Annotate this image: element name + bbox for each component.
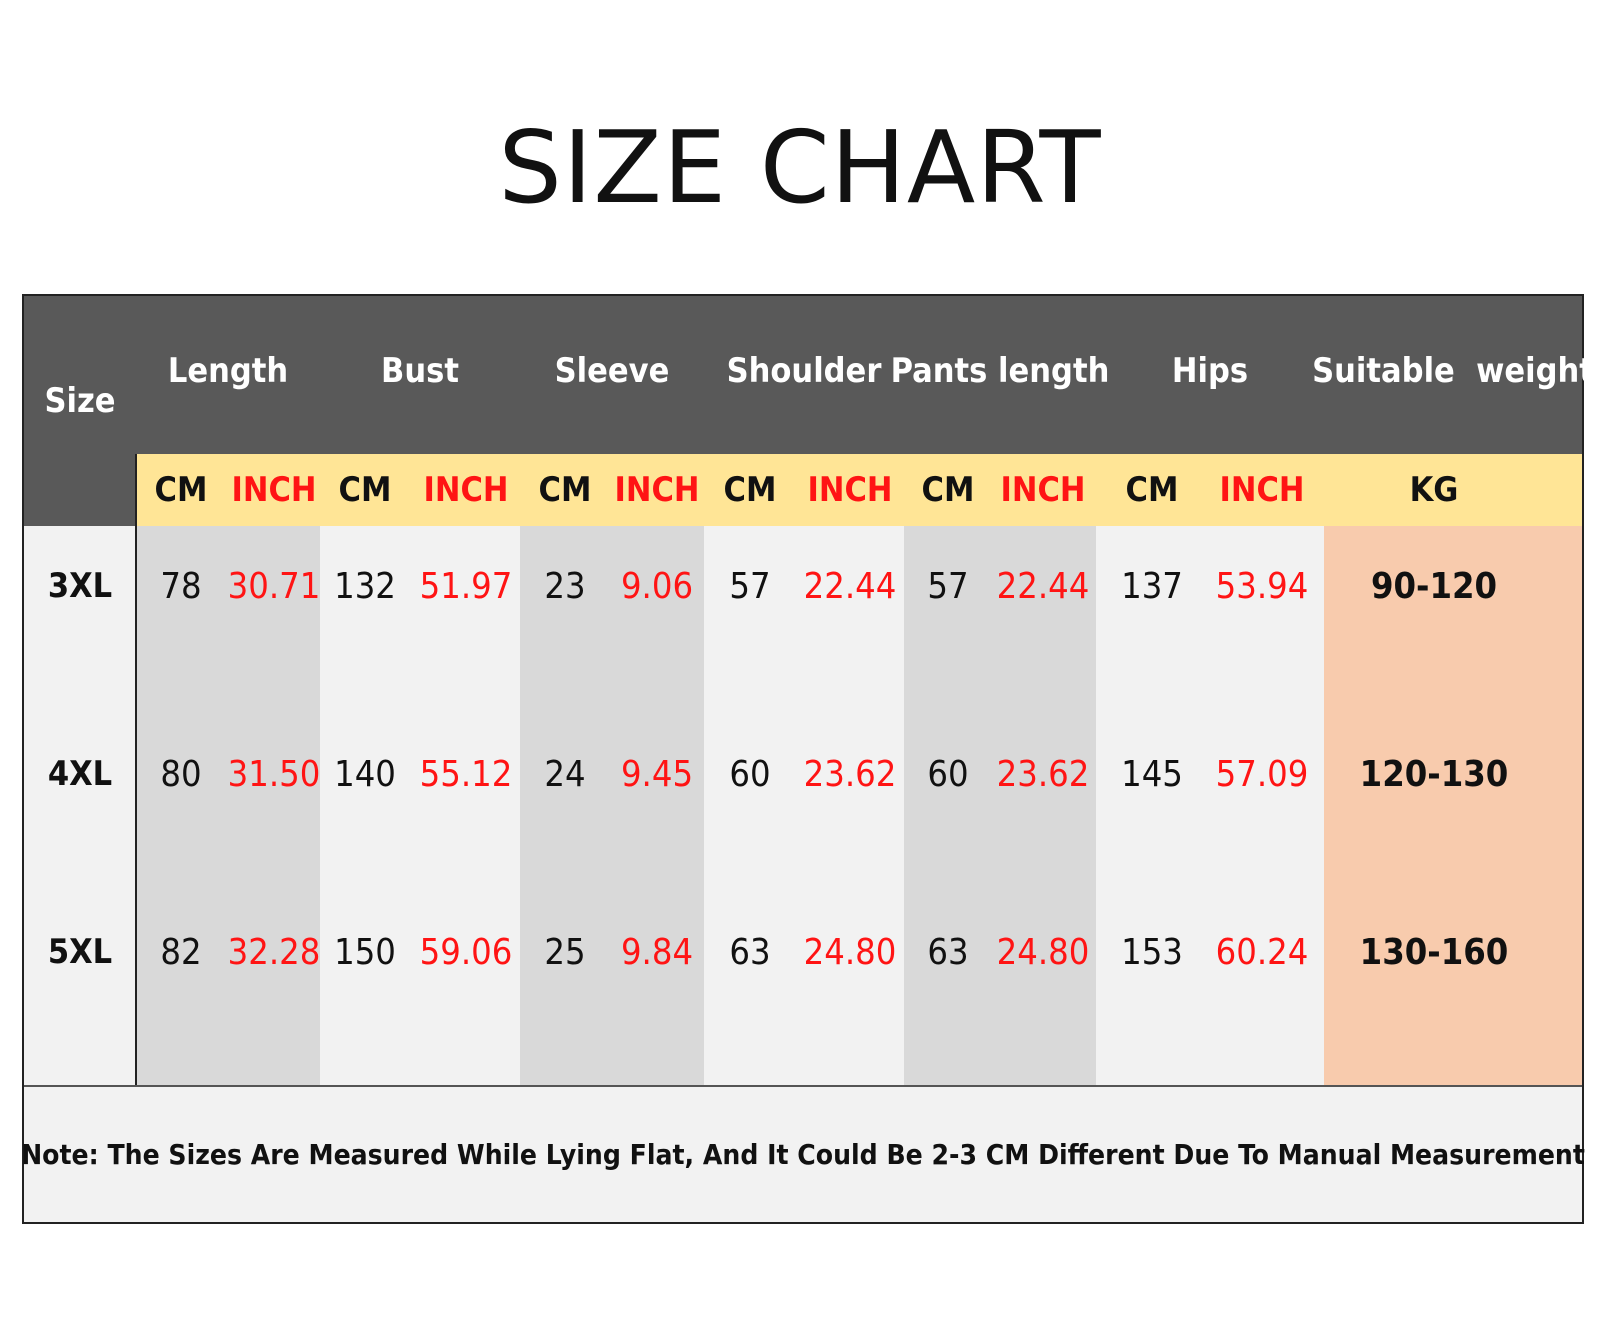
cm-value-cell: 63 <box>729 931 771 973</box>
group-header-suitable-weight: Suitable weight <box>1312 351 1594 391</box>
unit-header-cm: CM <box>1125 470 1179 510</box>
note-area: Note: The Sizes Are Measured While Lying… <box>21 1087 1585 1222</box>
cm-value-cell: 150 <box>334 931 396 973</box>
group-header-pants-length: Pants length <box>890 351 1110 391</box>
row-size-label: 5XL <box>47 932 113 972</box>
group-header-sleeve: Sleeve <box>554 351 670 391</box>
unit-header-cm: CM <box>154 470 208 510</box>
inch-value-cell: 53.94 <box>1215 565 1309 607</box>
size-header-label: Size <box>44 381 116 421</box>
unit-header-inch: INCH <box>807 470 893 510</box>
weight-range-cell: 90-120 <box>1370 565 1498 607</box>
inch-value-cell: 57.09 <box>1215 753 1309 795</box>
inch-value-cell: 22.44 <box>996 565 1090 607</box>
group-header-shoulder: Shoulder <box>726 351 882 391</box>
inch-value-cell: 60.24 <box>1215 931 1309 973</box>
unit-header-cm: CM <box>338 470 392 510</box>
cm-value-cell: 137 <box>1121 565 1183 607</box>
group-header-hips: Hips <box>1171 351 1249 391</box>
cm-value-cell: 145 <box>1121 753 1183 795</box>
unit-header-inch: INCH <box>1000 470 1086 510</box>
unit-header-kg: KG <box>1409 470 1459 510</box>
row-size-label: 4XL <box>47 754 113 794</box>
unit-header-inch: INCH <box>423 470 509 510</box>
cm-value-cell: 60 <box>729 753 771 795</box>
weight-range-cell: 120-130 <box>1359 753 1509 795</box>
cm-value-cell: 140 <box>334 753 396 795</box>
unit-header-cm: CM <box>538 470 592 510</box>
size-chart-table: Note: The Sizes Are Measured While Lying… <box>21 294 1594 1224</box>
group-header-bust: Bust <box>381 351 459 391</box>
cm-value-cell: 57 <box>729 565 771 607</box>
unit-header-inch: INCH <box>231 470 317 510</box>
row-size-label: 3XL <box>47 566 113 606</box>
page-title: SIZE CHART <box>498 109 1102 226</box>
unit-header-cm: CM <box>723 470 777 510</box>
note-text: Note: The Sizes Are Measured While Lying… <box>21 1138 1585 1171</box>
unit-header-inch: INCH <box>1219 470 1305 510</box>
group-header-length: Length <box>167 351 289 391</box>
inch-value-cell: 24.80 <box>996 931 1090 973</box>
weight-range-cell: 130-160 <box>1359 931 1509 973</box>
cm-value-cell: 153 <box>1121 931 1183 973</box>
cm-value-cell: 132 <box>334 565 396 607</box>
unit-header-cm: CM <box>921 470 975 510</box>
unit-header-inch: INCH <box>614 470 700 510</box>
inch-value-cell: 23.62 <box>996 753 1090 795</box>
